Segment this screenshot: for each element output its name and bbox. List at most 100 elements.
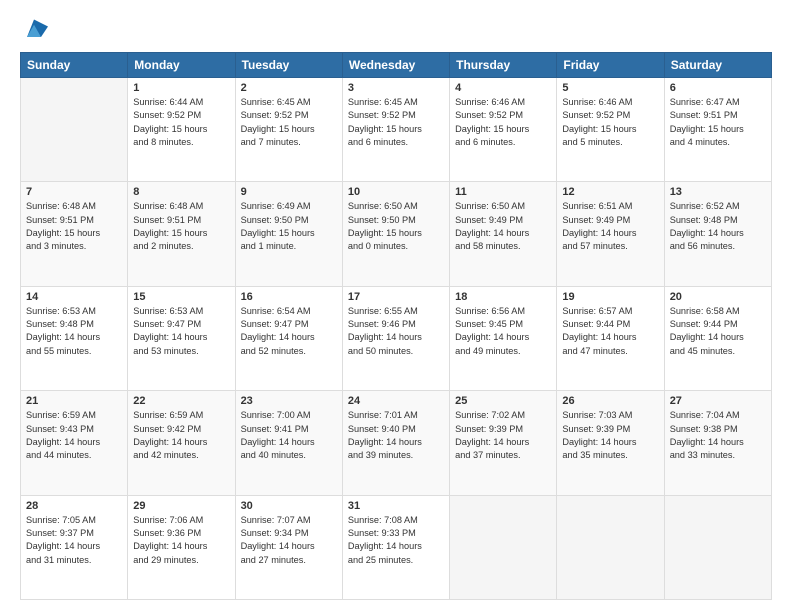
day-number: 24 <box>348 395 444 407</box>
day-cell: 28 Sunrise: 7:05 AM Sunset: 9:37 PM Dayli… <box>21 495 128 599</box>
day-number: 2 <box>241 82 337 94</box>
day-info: Sunrise: 7:04 AM Sunset: 9:38 PM Dayligh… <box>670 409 766 462</box>
day-number: 1 <box>133 82 229 94</box>
day-cell: 15Sunrise: 6:53 AM Sunset: 9:47 PM Dayli… <box>128 286 235 390</box>
day-info: Sunrise: 7:08 AM Sunset: 9:33 PM Dayligh… <box>348 514 444 567</box>
day-number: 15 <box>133 291 229 303</box>
day-number: 25 <box>455 395 551 407</box>
day-cell: 31 Sunrise: 7:08 AM Sunset: 9:33 PM Dayli… <box>342 495 449 599</box>
day-info: Sunrise: 7:06 AM Sunset: 9:36 PM Dayligh… <box>133 514 229 567</box>
day-number: 28 <box>26 500 122 512</box>
day-cell: 3 Sunrise: 6:45 AM Sunset: 9:52 PM Daylig… <box>342 78 449 182</box>
day-cell: 9 Sunrise: 6:49 AM Sunset: 9:50 PM Daylig… <box>235 182 342 286</box>
day-cell: 24 Sunrise: 7:01 AM Sunset: 9:40 PM Dayli… <box>342 391 449 495</box>
day-info: Sunrise: 6:48 AM Sunset: 9:51 PM Dayligh… <box>133 200 229 253</box>
day-info: Sunrise: 6:48 AM Sunset: 9:51 PM Dayligh… <box>26 200 122 253</box>
day-cell: 14Sunrise: 6:53 AM Sunset: 9:48 PM Dayli… <box>21 286 128 390</box>
week-row-0: 1 Sunrise: 6:44 AM Sunset: 9:52 PM Daylig… <box>21 78 772 182</box>
page: SundayMondayTuesdayWednesdayThursdayFrid… <box>0 0 792 612</box>
header <box>20 16 772 44</box>
day-number: 12 <box>562 186 658 198</box>
day-cell: 13Sunrise: 6:52 AM Sunset: 9:48 PM Dayli… <box>664 182 771 286</box>
day-info: Sunrise: 7:07 AM Sunset: 9:34 PM Dayligh… <box>241 514 337 567</box>
day-info: Sunrise: 6:53 AM Sunset: 9:48 PM Dayligh… <box>26 305 122 358</box>
day-info: Sunrise: 7:01 AM Sunset: 9:40 PM Dayligh… <box>348 409 444 462</box>
day-cell: 20 Sunrise: 6:58 AM Sunset: 9:44 PM Dayli… <box>664 286 771 390</box>
day-info: Sunrise: 6:56 AM Sunset: 9:45 PM Dayligh… <box>455 305 551 358</box>
weekday-header-monday: Monday <box>128 53 235 78</box>
day-number: 16 <box>241 291 337 303</box>
day-info: Sunrise: 6:46 AM Sunset: 9:52 PM Dayligh… <box>562 96 658 149</box>
day-info: Sunrise: 6:55 AM Sunset: 9:46 PM Dayligh… <box>348 305 444 358</box>
day-info: Sunrise: 6:49 AM Sunset: 9:50 PM Dayligh… <box>241 200 337 253</box>
day-cell: 8 Sunrise: 6:48 AM Sunset: 9:51 PM Daylig… <box>128 182 235 286</box>
day-cell: 22Sunrise: 6:59 AM Sunset: 9:42 PM Dayli… <box>128 391 235 495</box>
calendar-body: 1 Sunrise: 6:44 AM Sunset: 9:52 PM Daylig… <box>21 78 772 600</box>
day-number: 6 <box>670 82 766 94</box>
day-number: 7 <box>26 186 122 198</box>
day-number: 30 <box>241 500 337 512</box>
day-cell: 26 Sunrise: 7:03 AM Sunset: 9:39 PM Dayli… <box>557 391 664 495</box>
day-cell: 7 Sunrise: 6:48 AM Sunset: 9:51 PM Daylig… <box>21 182 128 286</box>
weekday-header-sunday: Sunday <box>21 53 128 78</box>
day-info: Sunrise: 6:59 AM Sunset: 9:43 PM Dayligh… <box>26 409 122 462</box>
day-cell: 29 Sunrise: 7:06 AM Sunset: 9:36 PM Dayli… <box>128 495 235 599</box>
day-number: 31 <box>348 500 444 512</box>
day-info: Sunrise: 7:05 AM Sunset: 9:37 PM Dayligh… <box>26 514 122 567</box>
weekday-header-tuesday: Tuesday <box>235 53 342 78</box>
day-cell <box>450 495 557 599</box>
day-cell: 6 Sunrise: 6:47 AM Sunset: 9:51 PM Daylig… <box>664 78 771 182</box>
day-cell: 11Sunrise: 6:50 AM Sunset: 9:49 PM Dayli… <box>450 182 557 286</box>
weekday-row: SundayMondayTuesdayWednesdayThursdayFrid… <box>21 53 772 78</box>
day-cell: 19 Sunrise: 6:57 AM Sunset: 9:44 PM Dayli… <box>557 286 664 390</box>
week-row-1: 7 Sunrise: 6:48 AM Sunset: 9:51 PM Daylig… <box>21 182 772 286</box>
day-cell: 17 Sunrise: 6:55 AM Sunset: 9:46 PM Dayli… <box>342 286 449 390</box>
day-info: Sunrise: 6:57 AM Sunset: 9:44 PM Dayligh… <box>562 305 658 358</box>
day-cell: 10Sunrise: 6:50 AM Sunset: 9:50 PM Dayli… <box>342 182 449 286</box>
day-number: 26 <box>562 395 658 407</box>
day-number: 20 <box>670 291 766 303</box>
day-cell <box>557 495 664 599</box>
day-info: Sunrise: 7:00 AM Sunset: 9:41 PM Dayligh… <box>241 409 337 462</box>
day-number: 17 <box>348 291 444 303</box>
day-number: 19 <box>562 291 658 303</box>
day-info: Sunrise: 6:51 AM Sunset: 9:49 PM Dayligh… <box>562 200 658 253</box>
day-info: Sunrise: 6:50 AM Sunset: 9:49 PM Dayligh… <box>455 200 551 253</box>
day-info: Sunrise: 6:46 AM Sunset: 9:52 PM Dayligh… <box>455 96 551 149</box>
week-row-2: 14Sunrise: 6:53 AM Sunset: 9:48 PM Dayli… <box>21 286 772 390</box>
day-info: Sunrise: 6:47 AM Sunset: 9:51 PM Dayligh… <box>670 96 766 149</box>
day-cell <box>21 78 128 182</box>
day-number: 4 <box>455 82 551 94</box>
day-number: 18 <box>455 291 551 303</box>
day-cell: 5 Sunrise: 6:46 AM Sunset: 9:52 PM Daylig… <box>557 78 664 182</box>
day-cell: 4 Sunrise: 6:46 AM Sunset: 9:52 PM Daylig… <box>450 78 557 182</box>
day-cell: 12 Sunrise: 6:51 AM Sunset: 9:49 PM Dayli… <box>557 182 664 286</box>
day-number: 9 <box>241 186 337 198</box>
day-info: Sunrise: 6:44 AM Sunset: 9:52 PM Dayligh… <box>133 96 229 149</box>
week-row-4: 28 Sunrise: 7:05 AM Sunset: 9:37 PM Dayli… <box>21 495 772 599</box>
day-info: Sunrise: 6:52 AM Sunset: 9:48 PM Dayligh… <box>670 200 766 253</box>
day-cell: 1 Sunrise: 6:44 AM Sunset: 9:52 PM Daylig… <box>128 78 235 182</box>
day-number: 8 <box>133 186 229 198</box>
day-cell: 18 Sunrise: 6:56 AM Sunset: 9:45 PM Dayli… <box>450 286 557 390</box>
weekday-header-thursday: Thursday <box>450 53 557 78</box>
logo <box>20 16 52 44</box>
weekday-header-friday: Friday <box>557 53 664 78</box>
day-info: Sunrise: 7:02 AM Sunset: 9:39 PM Dayligh… <box>455 409 551 462</box>
week-row-3: 21Sunrise: 6:59 AM Sunset: 9:43 PM Dayli… <box>21 391 772 495</box>
day-info: Sunrise: 6:45 AM Sunset: 9:52 PM Dayligh… <box>241 96 337 149</box>
weekday-header-wednesday: Wednesday <box>342 53 449 78</box>
day-cell <box>664 495 771 599</box>
day-number: 3 <box>348 82 444 94</box>
day-info: Sunrise: 6:59 AM Sunset: 9:42 PM Dayligh… <box>133 409 229 462</box>
day-number: 5 <box>562 82 658 94</box>
day-cell: 21Sunrise: 6:59 AM Sunset: 9:43 PM Dayli… <box>21 391 128 495</box>
day-cell: 27Sunrise: 7:04 AM Sunset: 9:38 PM Dayli… <box>664 391 771 495</box>
day-info: Sunrise: 7:03 AM Sunset: 9:39 PM Dayligh… <box>562 409 658 462</box>
day-info: Sunrise: 6:58 AM Sunset: 9:44 PM Dayligh… <box>670 305 766 358</box>
day-info: Sunrise: 6:45 AM Sunset: 9:52 PM Dayligh… <box>348 96 444 149</box>
day-number: 29 <box>133 500 229 512</box>
day-info: Sunrise: 6:54 AM Sunset: 9:47 PM Dayligh… <box>241 305 337 358</box>
day-cell: 23Sunrise: 7:00 AM Sunset: 9:41 PM Dayli… <box>235 391 342 495</box>
day-cell: 2 Sunrise: 6:45 AM Sunset: 9:52 PM Daylig… <box>235 78 342 182</box>
